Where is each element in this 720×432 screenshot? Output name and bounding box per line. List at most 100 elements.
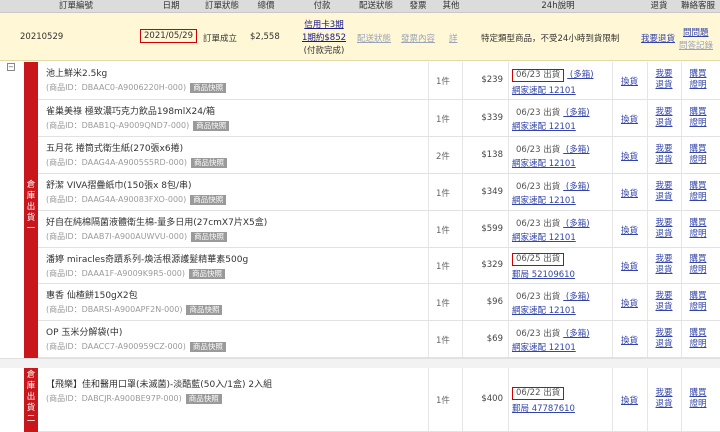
return-item-link[interactable]: 我要 退貨 <box>652 107 676 129</box>
product-name[interactable]: 【飛樂】佳和醫用口罩(未滅菌)-淡酷藍(50入/1盒) 2入組 <box>46 377 272 390</box>
qa-history-link[interactable]: 問答記錄 <box>679 39 713 51</box>
product-name[interactable]: 池上鮮米2.5kg <box>46 66 107 79</box>
exchange-link[interactable]: 換貨 <box>621 75 638 87</box>
column-divider <box>508 321 509 357</box>
column-divider <box>681 321 682 357</box>
exchange-link[interactable]: 換貨 <box>621 297 638 309</box>
return-order-link[interactable]: 我要退貨 <box>641 32 675 44</box>
tracking-link[interactable]: 網家速配 12101 <box>512 194 590 206</box>
column-divider <box>428 368 429 431</box>
product-snapshot-tag[interactable]: 商品快照 <box>189 342 226 352</box>
table-header: 訂單編號 日期 訂單狀態 總價 付款 配送狀態 發票 其他 24h說明 退貨 聯… <box>0 0 720 13</box>
return-item-link[interactable]: 我要 退貨 <box>652 328 676 350</box>
exchange-link[interactable]: 換貨 <box>621 260 638 272</box>
multi-box-link[interactable]: (多箱) <box>563 108 590 118</box>
item-quantity: 1件 <box>436 396 450 406</box>
exchange-link[interactable]: 換貨 <box>621 334 638 346</box>
tracking-link[interactable]: 網家速配 12101 <box>512 120 590 132</box>
return-item-link[interactable]: 我要 退貨 <box>652 181 676 203</box>
tracking-link[interactable]: 網家速配 12101 <box>512 341 590 353</box>
purchase-proof-link[interactable]: 購買 證明 <box>686 69 710 91</box>
invoice-link[interactable]: 發票內容 <box>401 32 435 44</box>
return-item-link[interactable]: 我要 退貨 <box>652 254 676 276</box>
tracking-link[interactable]: 郵局 47787610 <box>512 402 575 414</box>
product-snapshot-tag[interactable]: 商品快照 <box>191 232 228 242</box>
product-name[interactable]: OP 玉米分解袋(中) <box>46 325 122 338</box>
ship-date-line: 06/23 出貨 (多箱) <box>512 290 590 302</box>
return-item-link[interactable]: 我要 退貨 <box>652 69 676 91</box>
multi-box-link[interactable]: (多箱) <box>563 182 590 192</box>
tracking-link[interactable]: 網家速配 12101 <box>512 157 590 169</box>
payment-method-link[interactable]: 信用卡3期 <box>304 18 343 30</box>
multi-box-link[interactable]: (多箱) <box>563 329 590 339</box>
product-snapshot-tag[interactable]: 商品快照 <box>190 195 227 205</box>
return-line-2: 退貨 <box>655 192 673 202</box>
product-snapshot-tag[interactable]: 商品快照 <box>189 269 226 279</box>
column-divider <box>612 248 613 283</box>
product-id: (商品ID：DBAAC0-A9006220H-000) 商品快照 <box>46 82 227 93</box>
collapse-toggle[interactable]: − <box>7 63 15 71</box>
tracking-link[interactable]: 網家速配 12101 <box>512 231 590 243</box>
exchange-link[interactable]: 換貨 <box>621 394 638 406</box>
product-name[interactable]: 五月花 捲筒式衛生紙(270張x6捲) <box>46 141 183 154</box>
table-row: 雀巢美祿 極致濃巧克力飲品198mlX24/箱 (商品ID：DBAB1Q-A900… <box>38 100 720 137</box>
return-item-link[interactable]: 我要 退貨 <box>652 291 676 313</box>
product-snapshot-tag[interactable]: 商品快照 <box>185 394 222 404</box>
exchange-link[interactable]: 換貨 <box>621 224 638 236</box>
product-name[interactable]: 潘婷 miracles奇蹟系列-煥活根源護髮精華素500g <box>46 252 248 265</box>
exchange-link[interactable]: 換貨 <box>621 187 638 199</box>
multi-box-link[interactable]: (多箱) <box>563 219 590 229</box>
product-snapshot-tag[interactable]: 商品快照 <box>193 121 230 131</box>
product-name[interactable]: 舒潔 VIVA摺疊紙巾(150張x 8包/串) <box>46 178 192 191</box>
tracking-link[interactable]: 網家速配 12101 <box>512 304 590 316</box>
product-snapshot-tag[interactable]: 商品快照 <box>190 83 227 93</box>
purchase-proof-link[interactable]: 購買 證明 <box>686 218 710 240</box>
tracking-link[interactable]: 網家速配 12101 <box>512 84 594 96</box>
return-line-2: 退貨 <box>655 118 673 128</box>
proof-line-1: 購買 <box>689 181 707 191</box>
return-line-2: 退貨 <box>655 229 673 239</box>
exchange-link[interactable]: 換貨 <box>621 113 638 125</box>
shipping-status-link[interactable]: 配送狀態 <box>357 32 391 44</box>
product-id-text: (商品ID：DAAG4A-A9005S5RD-000) <box>46 158 187 167</box>
return-item-link[interactable]: 我要 退貨 <box>652 144 676 166</box>
product-snapshot-tag[interactable]: 商品快照 <box>190 158 227 168</box>
purchase-proof-link[interactable]: 購買 證明 <box>686 291 710 313</box>
column-divider <box>681 174 682 210</box>
return-line-1: 我要 <box>655 328 673 338</box>
return-item-link[interactable]: 我要 退貨 <box>652 218 676 240</box>
ship-date-line: 06/23 出貨 (多箱) <box>512 327 590 339</box>
header-return: 退貨 <box>650 1 668 11</box>
multi-box-link[interactable]: (多箱) <box>563 292 590 302</box>
product-name[interactable]: 雀巢美祿 極致濃巧克力飲品198mlX24/箱 <box>46 104 215 117</box>
column-divider <box>428 100 429 136</box>
table-row: OP 玉米分解袋(中) (商品ID：DAACC7-A900959CZ-000) 商品… <box>38 321 720 358</box>
product-snapshot-tag[interactable]: 商品快照 <box>186 305 223 315</box>
order-detail-link[interactable]: 詳 <box>449 32 458 44</box>
purchase-proof-link[interactable]: 購買 證明 <box>686 144 710 166</box>
tracking-link[interactable]: 郵局 52109610 <box>512 268 575 280</box>
multi-box-link[interactable]: (多箱) <box>563 145 590 155</box>
product-id-text: (商品ID：DAAG4A-A90083FXO-000) <box>46 195 187 204</box>
installment-link[interactable]: 1期約$852 <box>302 31 346 43</box>
ship-date-line: 06/23 出貨 (多箱) <box>512 143 590 155</box>
purchase-proof-link[interactable]: 購買 證明 <box>686 107 710 129</box>
multi-box-link[interactable]: (多箱) <box>567 70 594 80</box>
purchase-proof-link[interactable]: 購買 證明 <box>686 254 710 276</box>
column-divider <box>647 100 648 136</box>
header-payment: 付款 <box>313 1 331 11</box>
item-price: $96 <box>486 297 503 307</box>
ask-question-link[interactable]: 問問題 <box>683 26 709 38</box>
column-divider <box>612 100 613 136</box>
product-id: (商品ID：DBARSI-A900APF2N-000) 商品快照 <box>46 304 223 315</box>
product-id-text: (商品ID：DBARSI-A900APF2N-000) <box>46 305 183 314</box>
product-name[interactable]: 惠香 仙楂餅150gX2包 <box>46 288 138 301</box>
purchase-proof-link[interactable]: 購買 證明 <box>686 181 710 203</box>
purchase-proof-link[interactable]: 購買 證明 <box>686 328 710 350</box>
item-quantity: 1件 <box>436 299 450 309</box>
purchase-proof-link[interactable]: 購買 證明 <box>686 388 710 410</box>
product-name[interactable]: 好自在純棉隔菌液體衛生棉-量多日用(27cmX7片X5盒) <box>46 215 267 228</box>
return-item-link[interactable]: 我要 退貨 <box>652 388 676 410</box>
item-price: $339 <box>481 113 503 123</box>
exchange-link[interactable]: 換貨 <box>621 150 638 162</box>
